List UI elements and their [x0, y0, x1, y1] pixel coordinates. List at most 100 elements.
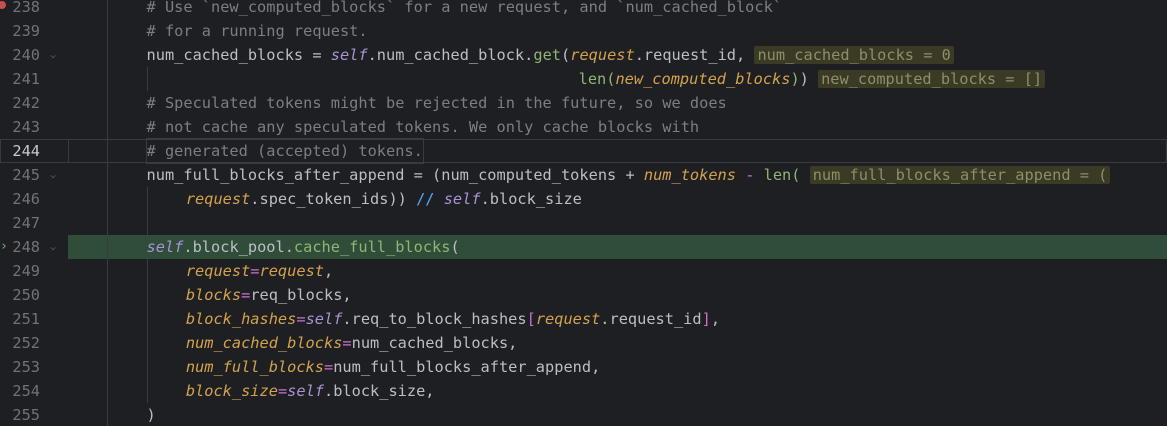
code-line[interactable]: 241 len(new_computed_blocks)) new_compute… [0, 67, 1167, 91]
indent-guide [107, 67, 109, 91]
line-number[interactable]: 239 [0, 19, 40, 43]
code-text[interactable]: request=request, [186, 259, 333, 283]
code-token: request [535, 310, 601, 328]
code-token: len( [578, 70, 616, 88]
line-number[interactable]: 248 [0, 235, 40, 259]
code-token: .request_id [600, 310, 702, 328]
line-number[interactable]: 242 [0, 91, 40, 115]
indent-guide [107, 259, 109, 283]
line-number[interactable]: 255 [0, 403, 40, 426]
indent-guide [107, 163, 109, 187]
code-line[interactable]: 250 blocks=req_blocks, [0, 283, 1167, 307]
chevron-down-icon[interactable]: ⌵ [50, 44, 56, 68]
code-token: , [710, 310, 721, 328]
code-token: .block_size [480, 190, 582, 208]
line-number[interactable]: 244 [0, 139, 40, 163]
code-token: req_blocks, [250, 286, 352, 304]
code-text[interactable]: self.block_pool.cache_full_blocks( [147, 235, 460, 259]
line-number[interactable]: 250 [0, 283, 40, 307]
code-text[interactable]: num_cached_blocks = self.num_cached_bloc… [147, 43, 954, 67]
code-text[interactable]: # for a running request. [147, 19, 368, 43]
code-token: = [323, 358, 334, 376]
code-line[interactable]: 254 block_size=self.block_size, [0, 379, 1167, 403]
indent-guide [107, 235, 109, 259]
code-line[interactable]: 253 num_full_blocks=num_full_blocks_after… [0, 355, 1167, 379]
code-token: ) [790, 70, 800, 88]
code-text[interactable]: request.spec_token_ids)) // self.block_s… [186, 187, 582, 211]
code-token: new_computed_blocks [615, 70, 791, 88]
code-token: self [330, 46, 368, 64]
code-token: self [146, 238, 184, 256]
indent-guide [107, 115, 109, 139]
line-number[interactable]: 246 [0, 187, 40, 211]
code-editor[interactable]: 238 # Use `new_computed_blocks` for a new… [0, 0, 1167, 426]
line-number[interactable]: 240 [0, 43, 40, 67]
chevron-down-icon[interactable]: ⌵ [50, 164, 56, 188]
inline-value-hint: new_computed_blocks = [] [818, 70, 1046, 88]
code-token: blocks [185, 286, 242, 304]
code-line[interactable]: 244 # generated (accepted) tokens. [0, 138, 1167, 164]
line-number[interactable]: 254 [0, 379, 40, 403]
code-text[interactable]: num_cached_blocks=num_cached_blocks, [186, 331, 518, 355]
code-line[interactable]: 246 request.spec_token_ids)) // self.bloc… [0, 187, 1167, 211]
code-line[interactable]: 243 # not cache any speculated tokens. We… [0, 115, 1167, 139]
line-number[interactable]: 243 [0, 115, 40, 139]
code-token: ] [701, 310, 711, 328]
code-token: = [250, 262, 260, 280]
code-text[interactable]: # Use `new_computed_blocks` for a new re… [147, 0, 782, 19]
line-number[interactable]: 251 [0, 307, 40, 331]
code-token: num_cached_blocks = [146, 46, 331, 64]
line-number[interactable]: 252 [0, 331, 40, 355]
code-line[interactable]: 255) [0, 403, 1167, 426]
code-line[interactable]: 252 num_cached_blocks=num_cached_blocks, [0, 331, 1167, 355]
line-number[interactable]: 249 [0, 259, 40, 283]
code-text[interactable]: # not cache any speculated tokens. We on… [147, 115, 700, 139]
code-line[interactable]: 238 # Use `new_computed_blocks` for a new… [0, 0, 1167, 19]
code-token: .num_cached_block. [367, 46, 534, 64]
chevron-down-icon[interactable]: ⌵ [50, 236, 56, 260]
code-token: num_full_blocks [185, 358, 324, 376]
code-line[interactable]: › 248 ⌵ self.block_pool.cache_full_blocks( [0, 235, 1167, 259]
code-token: get [533, 46, 562, 64]
code-line[interactable]: 239 # for a running request. [0, 19, 1167, 43]
line-number[interactable]: 238 [0, 0, 40, 19]
indent-guide [107, 211, 109, 235]
code-token: self [443, 190, 481, 208]
code-text[interactable]: ) [147, 403, 156, 426]
line-number[interactable]: 253 [0, 355, 40, 379]
code-text[interactable]: len(new_computed_blocks)) new_computed_b… [579, 67, 1046, 91]
code-token: // [416, 190, 435, 208]
indent-guide [146, 355, 148, 379]
indent-guide [146, 211, 148, 235]
code-text[interactable]: block_hashes=self.req_to_block_hashes[re… [186, 307, 720, 331]
code-text[interactable]: # Speculated tokens might be rejected in… [147, 91, 727, 115]
code-line[interactable]: 245 ⌵ num_full_blocks_after_append = (num_… [0, 163, 1167, 187]
code-token: ) [146, 406, 156, 424]
line-number[interactable]: 245 [0, 163, 40, 187]
indent-guide [107, 0, 109, 19]
code-token: - [735, 166, 764, 184]
code-token: request [185, 262, 251, 280]
code-text[interactable]: num_full_blocks=num_full_blocks_after_ap… [186, 355, 600, 379]
code-token: = [241, 286, 251, 304]
line-number[interactable]: 241 [0, 67, 40, 91]
indent-guide [107, 379, 109, 403]
code-token: ) [799, 70, 819, 88]
code-text[interactable]: # generated (accepted) tokens. [145, 138, 424, 164]
code-line[interactable]: 251 block_hashes=self.req_to_block_hashes… [0, 307, 1167, 331]
code-line[interactable]: 242 # Speculated tokens might be rejected… [0, 91, 1167, 115]
code-token: num_full_blocks_after_append, [333, 358, 601, 376]
line-number[interactable]: 247 [0, 211, 40, 235]
code-line[interactable]: 240 ⌵ num_cached_blocks = self.num_cached_… [0, 43, 1167, 67]
indent-guide [107, 91, 109, 115]
code-text[interactable]: num_full_blocks_after_append = (num_comp… [147, 163, 1111, 187]
code-token: request [570, 46, 635, 64]
code-token: = [296, 310, 306, 328]
code-token: block_size [185, 382, 278, 400]
indent-guide [146, 307, 148, 331]
code-token: num_cached_blocks [185, 334, 343, 352]
code-text[interactable]: block_size=self.block_size, [186, 379, 435, 403]
code-line[interactable]: 249 request=request, [0, 259, 1167, 283]
code-line[interactable]: 247 [0, 211, 1167, 235]
code-text[interactable]: blocks=req_blocks, [186, 283, 352, 307]
